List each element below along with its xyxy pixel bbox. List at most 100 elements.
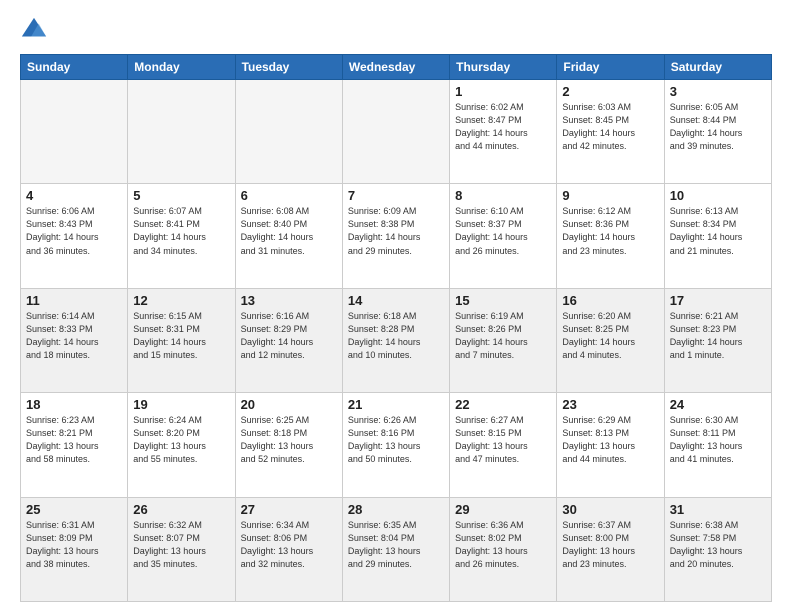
day-number: 25 [26,502,122,517]
calendar-cell: 20Sunrise: 6:25 AM Sunset: 8:18 PM Dayli… [235,393,342,497]
day-info: Sunrise: 6:23 AM Sunset: 8:21 PM Dayligh… [26,414,122,466]
calendar-cell: 22 Sunrise: 6:27 AM Sunset: 8:15 PM Dayli… [450,393,557,497]
day-number: 23 [562,397,658,412]
day-number: 10 [670,188,766,203]
day-info: Sunrise: 6:37 AM Sunset: 8:00 PM Dayligh… [562,519,658,571]
day-info: Sunrise: 6:32 AM Sunset: 8:07 PM Dayligh… [133,519,229,571]
calendar-cell: 14 Sunrise: 6:18 AM Sunset: 8:28 PM Dayli… [342,288,449,392]
calendar-cell: 28 Sunrise: 6:35 AM Sunset: 8:04 PM Dayli… [342,497,449,601]
day-info: Sunrise: 6:21 AM Sunset: 8:23 PM Dayligh… [670,310,766,362]
calendar-cell: 23 Sunrise: 6:29 AM Sunset: 8:13 PM Dayli… [557,393,664,497]
day-number: 21 [348,397,444,412]
calendar-cell [21,80,128,184]
calendar-cell: 13 Sunrise: 6:16 AM Sunset: 8:29 PM Dayli… [235,288,342,392]
day-number: 1 [455,84,551,99]
day-number: 13 [241,293,337,308]
calendar-cell: 11Sunrise: 6:14 AM Sunset: 8:33 PM Dayli… [21,288,128,392]
day-info: Sunrise: 6:20 AM Sunset: 8:25 PM Dayligh… [562,310,658,362]
day-info: Sunrise: 6:06 AM Sunset: 8:43 PM Dayligh… [26,205,122,257]
calendar-cell: 30 Sunrise: 6:37 AM Sunset: 8:00 PM Dayli… [557,497,664,601]
calendar-cell: 26 Sunrise: 6:32 AM Sunset: 8:07 PM Dayli… [128,497,235,601]
calendar-cell [342,80,449,184]
day-number: 4 [26,188,122,203]
calendar-cell: 21 Sunrise: 6:26 AM Sunset: 8:16 PM Dayli… [342,393,449,497]
calendar-cell [235,80,342,184]
calendar-cell: 4 Sunrise: 6:06 AM Sunset: 8:43 PM Daylig… [21,184,128,288]
day-info: Sunrise: 6:35 AM Sunset: 8:04 PM Dayligh… [348,519,444,571]
day-number: 18 [26,397,122,412]
calendar-day-header: Tuesday [235,55,342,80]
day-number: 14 [348,293,444,308]
day-info: Sunrise: 6:27 AM Sunset: 8:15 PM Dayligh… [455,414,551,466]
calendar-cell: 16 Sunrise: 6:20 AM Sunset: 8:25 PM Dayli… [557,288,664,392]
calendar-week-row: 4 Sunrise: 6:06 AM Sunset: 8:43 PM Daylig… [21,184,772,288]
day-number: 28 [348,502,444,517]
day-info: Sunrise: 6:03 AM Sunset: 8:45 PM Dayligh… [562,101,658,153]
day-number: 5 [133,188,229,203]
day-info: Sunrise: 6:05 AM Sunset: 8:44 PM Dayligh… [670,101,766,153]
calendar-cell: 18 Sunrise: 6:23 AM Sunset: 8:21 PM Dayli… [21,393,128,497]
day-number: 6 [241,188,337,203]
calendar-cell: 29 Sunrise: 6:36 AM Sunset: 8:02 PM Dayli… [450,497,557,601]
calendar-cell: 10 Sunrise: 6:13 AM Sunset: 8:34 PM Dayli… [664,184,771,288]
day-number: 19 [133,397,229,412]
day-number: 16 [562,293,658,308]
calendar-cell: 8Sunrise: 6:10 AM Sunset: 8:37 PM Daylig… [450,184,557,288]
day-info: Sunrise: 6:13 AM Sunset: 8:34 PM Dayligh… [670,205,766,257]
calendar-header-row: SundayMondayTuesdayWednesdayThursdayFrid… [21,55,772,80]
day-info: Sunrise: 6:34 AM Sunset: 8:06 PM Dayligh… [241,519,337,571]
day-info: Sunrise: 6:31 AM Sunset: 8:09 PM Dayligh… [26,519,122,571]
day-info: Sunrise: 6:12 AM Sunset: 8:36 PM Dayligh… [562,205,658,257]
calendar-day-header: Friday [557,55,664,80]
calendar-cell: 5Sunrise: 6:07 AM Sunset: 8:41 PM Daylig… [128,184,235,288]
calendar-cell: 25 Sunrise: 6:31 AM Sunset: 8:09 PM Dayli… [21,497,128,601]
day-info: Sunrise: 6:14 AM Sunset: 8:33 PM Dayligh… [26,310,122,362]
calendar-week-row: 1 Sunrise: 6:02 AM Sunset: 8:47 PM Daylig… [21,80,772,184]
day-info: Sunrise: 6:09 AM Sunset: 8:38 PM Dayligh… [348,205,444,257]
calendar-cell: 15 Sunrise: 6:19 AM Sunset: 8:26 PM Dayli… [450,288,557,392]
day-info: Sunrise: 6:36 AM Sunset: 8:02 PM Dayligh… [455,519,551,571]
day-number: 29 [455,502,551,517]
calendar-cell: 3 Sunrise: 6:05 AM Sunset: 8:44 PM Daylig… [664,80,771,184]
calendar-cell: 2Sunrise: 6:03 AM Sunset: 8:45 PM Daylig… [557,80,664,184]
calendar-week-row: 18 Sunrise: 6:23 AM Sunset: 8:21 PM Dayli… [21,393,772,497]
day-number: 12 [133,293,229,308]
day-info: Sunrise: 6:29 AM Sunset: 8:13 PM Dayligh… [562,414,658,466]
day-number: 8 [455,188,551,203]
day-number: 30 [562,502,658,517]
day-number: 3 [670,84,766,99]
calendar-day-header: Wednesday [342,55,449,80]
calendar-cell: 9 Sunrise: 6:12 AM Sunset: 8:36 PM Daylig… [557,184,664,288]
calendar-table: SundayMondayTuesdayWednesdayThursdayFrid… [20,54,772,602]
day-info: Sunrise: 6:19 AM Sunset: 8:26 PM Dayligh… [455,310,551,362]
calendar-day-header: Sunday [21,55,128,80]
day-info: Sunrise: 6:30 AM Sunset: 8:11 PM Dayligh… [670,414,766,466]
day-info: Sunrise: 6:26 AM Sunset: 8:16 PM Dayligh… [348,414,444,466]
day-number: 17 [670,293,766,308]
calendar-cell: 12 Sunrise: 6:15 AM Sunset: 8:31 PM Dayli… [128,288,235,392]
day-info: Sunrise: 6:08 AM Sunset: 8:40 PM Dayligh… [241,205,337,257]
calendar-cell: 24 Sunrise: 6:30 AM Sunset: 8:11 PM Dayli… [664,393,771,497]
day-number: 31 [670,502,766,517]
day-info: Sunrise: 6:24 AM Sunset: 8:20 PM Dayligh… [133,414,229,466]
day-number: 9 [562,188,658,203]
calendar-week-row: 25 Sunrise: 6:31 AM Sunset: 8:09 PM Dayli… [21,497,772,601]
day-number: 15 [455,293,551,308]
calendar-cell: 17 Sunrise: 6:21 AM Sunset: 8:23 PM Dayli… [664,288,771,392]
day-info: Sunrise: 6:02 AM Sunset: 8:47 PM Dayligh… [455,101,551,153]
day-info: Sunrise: 6:16 AM Sunset: 8:29 PM Dayligh… [241,310,337,362]
calendar-cell: 31Sunrise: 6:38 AM Sunset: 7:58 PM Dayli… [664,497,771,601]
day-number: 22 [455,397,551,412]
day-number: 24 [670,397,766,412]
calendar-day-header: Saturday [664,55,771,80]
calendar-cell: 6 Sunrise: 6:08 AM Sunset: 8:40 PM Daylig… [235,184,342,288]
header [20,16,772,44]
calendar-cell: 19 Sunrise: 6:24 AM Sunset: 8:20 PM Dayli… [128,393,235,497]
page: SundayMondayTuesdayWednesdayThursdayFrid… [0,0,792,612]
calendar-cell: 7Sunrise: 6:09 AM Sunset: 8:38 PM Daylig… [342,184,449,288]
day-number: 26 [133,502,229,517]
calendar-day-header: Monday [128,55,235,80]
calendar-day-header: Thursday [450,55,557,80]
day-info: Sunrise: 6:15 AM Sunset: 8:31 PM Dayligh… [133,310,229,362]
day-info: Sunrise: 6:18 AM Sunset: 8:28 PM Dayligh… [348,310,444,362]
